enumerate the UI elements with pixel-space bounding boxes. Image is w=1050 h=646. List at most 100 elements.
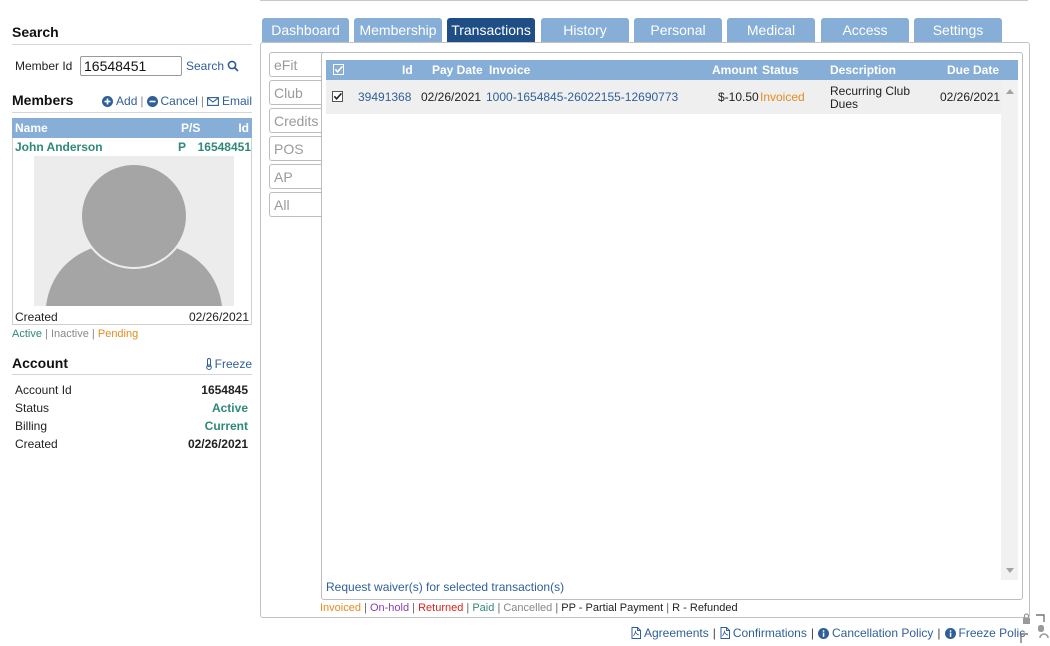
freeze-label: Freeze (214, 357, 252, 371)
expand-arrows-icon[interactable] (1018, 610, 1050, 643)
member-row[interactable]: John Anderson P 16548451 (13, 138, 251, 156)
transaction-pay-date: 02/26/2021 (421, 90, 482, 104)
table-row[interactable]: 39491368 02/26/2021 1000-1654845-2602215… (326, 80, 1001, 114)
members-table-header: Name P/S Id (12, 118, 252, 138)
created-label: Created (15, 310, 58, 324)
members-title: Members (12, 92, 74, 108)
subtab-pos[interactable]: POS (269, 136, 323, 161)
members-actions: Add | Cancel | Email (102, 94, 252, 108)
top-divider (260, 0, 1028, 1)
tab-personal[interactable]: Personal (634, 18, 722, 42)
info-circle-icon (817, 627, 829, 639)
transaction-invoice-link[interactable]: 1000-1654845-26022155-12690773 (486, 80, 678, 114)
transaction-status: Invoiced (760, 90, 805, 104)
account-id-value: 1654845 (201, 383, 248, 397)
account-billing-label: Billing (15, 419, 48, 433)
member-id-input[interactable] (80, 56, 182, 76)
scroll-up-icon[interactable] (1006, 89, 1014, 94)
account-section-header: Account Freeze (12, 355, 252, 375)
confirmations-label: Confirmations (732, 626, 807, 640)
legend-inactive: Inactive (50, 328, 89, 340)
subtab-ap[interactable]: AP (269, 164, 323, 189)
member-card[interactable]: John Anderson P 16548451 Created 02/26/2… (12, 138, 252, 325)
add-label: Add (116, 94, 138, 108)
search-button[interactable]: Search (186, 59, 239, 73)
tab-medical[interactable]: Medical (727, 18, 815, 42)
subtab-club[interactable]: Club (269, 80, 323, 105)
account-id-label: Account Id (15, 383, 72, 397)
col-ps: P/S (181, 121, 201, 135)
transactions-table-body[interactable]: 39491368 02/26/2021 1000-1654845-2602215… (326, 80, 1018, 580)
person-silhouette-icon (34, 156, 234, 306)
member-status-legend: Active | Inactive | Pending (12, 328, 139, 340)
avatar (34, 156, 234, 306)
pdf-file-icon (631, 627, 641, 639)
row-checkbox[interactable] (332, 80, 343, 114)
account-created-label: Created (15, 437, 58, 451)
select-all-checkbox[interactable] (333, 60, 344, 80)
thermometer-icon (205, 358, 212, 370)
search-section-header: Search (12, 24, 252, 45)
tab-transactions[interactable]: Transactions (447, 18, 535, 42)
col-due-date: Due Date (947, 63, 1000, 77)
envelope-icon (207, 96, 219, 106)
member-ps: P (178, 140, 187, 154)
col-invoice: Invoice (489, 63, 531, 77)
subtab-efit[interactable]: eFit (269, 52, 323, 77)
legend-cancelled: Cancelled (503, 602, 553, 614)
cancellation-policy-label: Cancellation Policy (831, 626, 934, 640)
account-created-value: 02/26/2021 (187, 437, 248, 451)
subtab-credits[interactable]: Credits (269, 108, 323, 133)
tab-history[interactable]: History (541, 18, 629, 42)
plus-circle-icon (102, 95, 114, 107)
subtab-all[interactable]: All (269, 192, 323, 217)
freeze-button[interactable]: Freeze (205, 357, 252, 371)
account-details: Account Id 1654845 Status Active Billing… (12, 381, 252, 453)
tab-access[interactable]: Access (821, 18, 909, 42)
col-description: Description (830, 63, 897, 77)
col-status: Status (762, 63, 799, 77)
cancel-member-button[interactable]: Cancel (146, 94, 198, 108)
account-title: Account (12, 355, 68, 371)
member-id-label: Member Id (15, 59, 73, 73)
member-name[interactable]: John Anderson (15, 140, 178, 154)
corner-tools[interactable] (1018, 610, 1050, 643)
confirmations-link[interactable]: Confirmations (720, 626, 807, 640)
legend-partial-payment: PP - Partial Payment (561, 602, 664, 614)
email-member-button[interactable]: Email (207, 94, 252, 108)
legend-pending: Pending (97, 328, 139, 340)
member-id: 16548451 (197, 140, 251, 154)
left-panel: Search Member Id Search Members Add | Ca… (12, 24, 252, 453)
legend-active: Active (12, 328, 42, 340)
tab-settings[interactable]: Settings (914, 18, 1002, 42)
account-row: Account Id 1654845 (12, 381, 252, 399)
tab-dashboard[interactable]: Dashboard (262, 18, 349, 42)
account-row: Status Active (12, 399, 252, 417)
tab-membership[interactable]: Membership (354, 18, 442, 42)
agreements-label: Agreements (644, 626, 709, 640)
transaction-status-legend: Invoiced | On-hold | Returned | Paid | C… (320, 602, 738, 614)
freeze-policy-link[interactable]: Freeze Polic (944, 626, 1025, 640)
col-id: Id (238, 121, 249, 135)
legend-returned: Returned (418, 602, 464, 614)
minus-circle-icon (146, 95, 158, 107)
request-waiver-link[interactable]: Request waiver(s) for selected transacti… (326, 580, 564, 594)
col-amount: Amount (712, 63, 758, 77)
footer-links: Agreements | Confirmations | Cancellatio… (631, 626, 1025, 640)
transaction-id-link[interactable]: 39491368 (358, 80, 411, 114)
legend-paid: Paid (472, 602, 495, 614)
separator: | (200, 94, 204, 108)
add-member-button[interactable]: Add (102, 94, 137, 108)
vertical-scrollbar[interactable] (1001, 80, 1018, 580)
account-billing-value: Current (204, 419, 248, 433)
col-pay-date: Pay Date (432, 63, 483, 77)
cancellation-policy-link[interactable]: Cancellation Policy (817, 626, 934, 640)
pdf-file-icon (720, 627, 730, 639)
checkbox-checked-icon (333, 64, 344, 75)
scroll-down-icon[interactable] (1006, 568, 1014, 573)
checkbox-checked-icon (332, 91, 343, 102)
transaction-amount: $-10.50 (718, 90, 759, 104)
member-created-row: Created 02/26/2021 (13, 306, 251, 324)
created-value: 02/26/2021 (188, 310, 249, 324)
agreements-link[interactable]: Agreements (631, 626, 709, 640)
